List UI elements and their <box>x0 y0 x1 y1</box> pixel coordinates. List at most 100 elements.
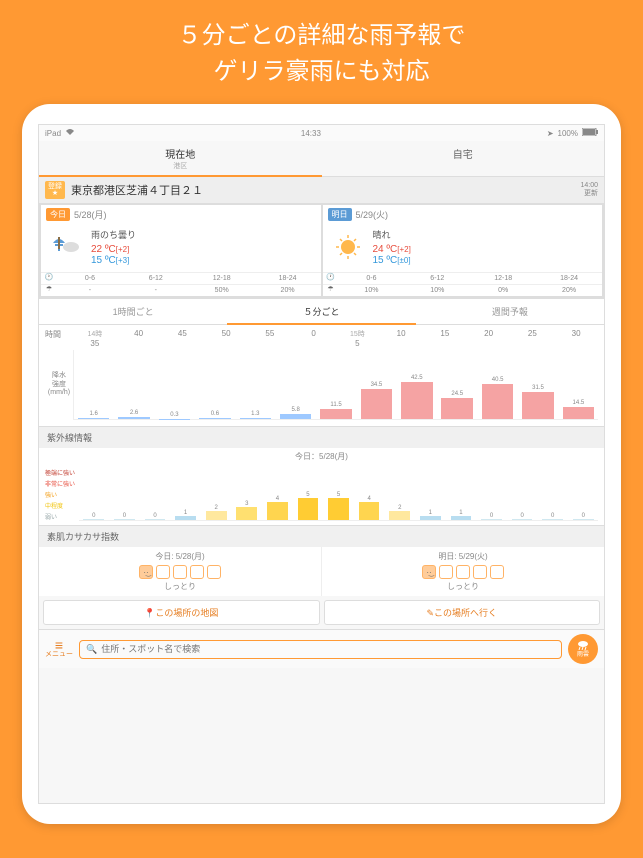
slot-label: 6-12 <box>123 273 189 284</box>
precip-bar: 0.3 <box>155 350 194 419</box>
uv-section: 今日：5/28(月) 極端に強い 非常に強い 強い 中程度 弱い 0001234… <box>39 448 604 525</box>
tablet-frame: iPad 14:33 ➤ 100% 現在地 港区 自宅 登録 ★ 東京都港区芝浦… <box>22 104 621 824</box>
address-text: 東京都港区芝浦４丁目２１ <box>71 182 574 198</box>
uv-bar: 1 <box>416 467 446 520</box>
clock-icon: 🕐 <box>41 273 57 284</box>
tab-current-label: 現在地 <box>165 150 195 161</box>
slot-label: 0-6 <box>57 273 123 284</box>
uv-bar: 5 <box>324 467 354 520</box>
slot-label: 6-12 <box>404 273 470 284</box>
tick-container: 14時3540455055015時51015202530 <box>73 329 598 348</box>
tomorrow-condition: 晴れ <box>373 228 595 241</box>
precip-bar: 1.6 <box>74 350 113 419</box>
tab-hourly[interactable]: 1時間ごと <box>39 299 227 324</box>
face-icon <box>173 565 187 579</box>
face-icon <box>473 565 487 579</box>
search-icon: 🔍 <box>86 644 97 655</box>
clock-icon: 🕐 <box>323 273 339 284</box>
clock: 14:33 <box>301 129 321 138</box>
today-slot-labels: 🕐 0-6 6-12 12-18 18-24 <box>41 272 321 284</box>
slot-label: 18-24 <box>255 273 321 284</box>
uv-bar: 0 <box>140 467 170 520</box>
precip-bar: 2.6 <box>114 350 153 419</box>
favorite-label: 登録 <box>48 183 62 190</box>
menu-button[interactable]: ≡ メニュー <box>45 640 73 658</box>
face-icon <box>439 565 453 579</box>
today-card: 今日 5/28(月) 雨のち曇り 22 ºC[+2] 15 ºC[+3] 🕐 0… <box>41 205 321 296</box>
interval-tabs: 1時間ごと ５分ごと 週間予報 <box>39 298 604 325</box>
precip-bar: 1.3 <box>236 350 275 419</box>
precipitation-bars: 1.62.60.30.61.35.811.534.542.524.540.531… <box>73 350 598 420</box>
pop-value: 0% <box>470 285 536 296</box>
location-tabs: 現在地 港区 自宅 <box>39 141 604 177</box>
today-low: 15 ºC[+3] <box>91 255 313 266</box>
update-time-value: 14:00 <box>580 182 598 190</box>
go-button-label: この場所へ行く <box>434 608 497 618</box>
pop-value: 10% <box>339 285 405 296</box>
rain-cloud-button[interactable]: 雨雲 <box>568 634 598 664</box>
tab-5min[interactable]: ５分ごと <box>227 299 415 324</box>
precip-bar: 14.5 <box>559 350 598 419</box>
map-button-label: この場所の地図 <box>155 608 218 618</box>
tab-home[interactable]: 自宅 <box>322 141 605 176</box>
cloud-rain-icon <box>576 640 590 652</box>
tomorrow-badge: 明日 <box>328 208 352 221</box>
skin-tomorrow-date: 明日: 5/29(火) <box>326 551 600 562</box>
tomorrow-high: 24 ºC[+2] <box>373 244 595 255</box>
star-icon: ★ <box>52 190 58 197</box>
today-pop-row: ☂ - - 50% 20% <box>41 284 321 296</box>
go-button[interactable]: ✎この場所へ行く <box>324 600 601 625</box>
promo-line2: ゲリラ豪雨にも対応 <box>0 54 643 90</box>
face-icon <box>156 565 170 579</box>
slot-label: 12-18 <box>470 273 536 284</box>
uv-bar: 0 <box>569 467 599 520</box>
uv-bar: 0 <box>477 467 507 520</box>
bottom-bar: ≡ メニュー 🔍 雨雲 <box>39 629 604 668</box>
uv-bar: 1 <box>171 467 201 520</box>
uv-bar: 5 <box>293 467 323 520</box>
uv-legend-strong: 強い <box>45 489 79 500</box>
pop-value: 20% <box>536 285 602 296</box>
precip-bar: 0.6 <box>195 350 234 419</box>
uv-legend-extreme: 極端に強い <box>45 467 79 478</box>
uv-bar: 4 <box>354 467 384 520</box>
tab-current-sub: 港区 <box>39 161 322 171</box>
device-label: iPad <box>45 129 61 138</box>
status-bar: iPad 14:33 ➤ 100% <box>39 125 604 141</box>
location-arrow-icon: ➤ <box>547 129 554 138</box>
uv-bar: 1 <box>446 467 476 520</box>
precip-bar: 40.5 <box>478 350 517 419</box>
face-icon <box>207 565 221 579</box>
update-time: 14:00 更新 <box>580 182 598 197</box>
uv-bar: 4 <box>263 467 293 520</box>
tab-weekly[interactable]: 週間予報 <box>416 299 604 324</box>
skin-today-label: しっとり <box>43 581 317 592</box>
battery-pct: 100% <box>558 129 578 138</box>
search-input[interactable] <box>101 644 555 654</box>
precipitation-chart: 時間 14時3540455055015時51015202530 降水強度(mm/… <box>39 325 604 426</box>
uv-bar: 0 <box>507 467 537 520</box>
uv-bar: 3 <box>232 467 262 520</box>
menu-label: メニュー <box>45 651 73 658</box>
tab-current-location[interactable]: 現在地 港区 <box>39 141 322 176</box>
precip-bar: 42.5 <box>397 350 436 419</box>
umbrella-icon: ☂ <box>323 285 339 296</box>
favorite-badge[interactable]: 登録 ★ <box>45 181 65 199</box>
skin-section-title: 素肌カサカサ指数 <box>39 525 604 547</box>
screen: iPad 14:33 ➤ 100% 現在地 港区 自宅 登録 ★ 東京都港区芝浦… <box>38 124 605 804</box>
pin-icon: 📍 <box>144 608 155 618</box>
skin-tomorrow: 明日: 5/29(火) ·͜· しっとり <box>322 547 604 596</box>
pop-value: 10% <box>404 285 470 296</box>
promo-line1: ５分ごとの詳細な雨予報で <box>0 18 643 54</box>
map-button[interactable]: 📍この場所の地図 <box>43 600 320 625</box>
precip-bar: 5.8 <box>276 350 315 419</box>
pop-value: - <box>123 285 189 296</box>
uv-date: 今日：5/28(月) <box>39 448 604 465</box>
battery-icon <box>582 128 598 138</box>
face-icon: ·͜· <box>139 565 153 579</box>
search-box[interactable]: 🔍 <box>79 640 562 659</box>
uv-bars: 00012345542110000 <box>79 467 598 521</box>
tomorrow-low: 15 ºC[±0] <box>373 255 595 266</box>
uv-bar: 2 <box>201 467 231 520</box>
uv-legend-mid: 中程度 <box>45 500 79 511</box>
